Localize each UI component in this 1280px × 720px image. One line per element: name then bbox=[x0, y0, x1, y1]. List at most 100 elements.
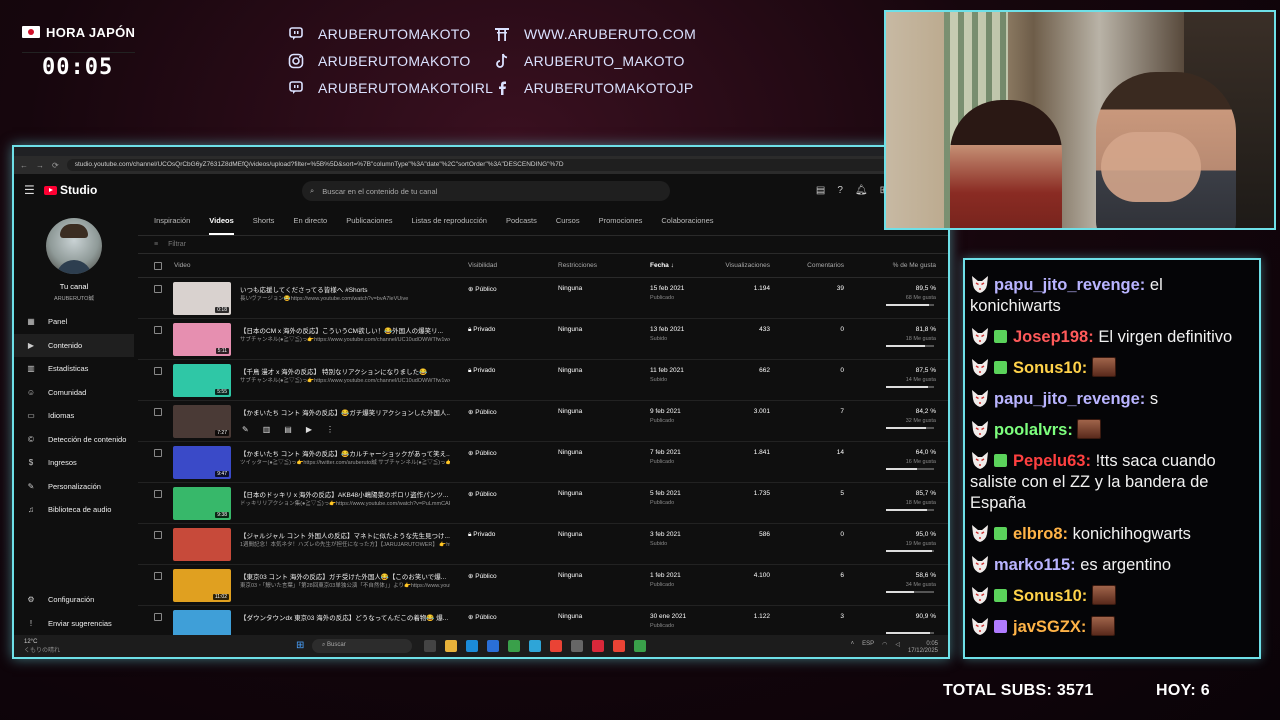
table-row[interactable]: 7:27 【かまいたち コント 海外の反応】😂ガチ爆笑リアクションした外国人...… bbox=[138, 401, 948, 442]
sidebar-item-dashboard[interactable]: ▦ Panel bbox=[14, 310, 134, 334]
chat-username[interactable]: papu_jito_revenge bbox=[994, 390, 1140, 408]
tray-chevron-icon[interactable]: ˄ bbox=[851, 641, 855, 655]
video-title[interactable]: いつも応援してくださってる皆様へ #Shorts bbox=[240, 284, 450, 294]
row-checkbox[interactable] bbox=[154, 408, 162, 416]
studio-logo[interactable]: Studio bbox=[44, 183, 97, 197]
chat-username[interactable]: Sonus10 bbox=[1013, 359, 1082, 377]
select-all-checkbox[interactable] bbox=[154, 262, 162, 270]
tab-5[interactable]: Listas de reproducción bbox=[412, 216, 487, 225]
col-date[interactable]: Fecha ↓ bbox=[650, 262, 674, 269]
col-views[interactable]: Visualizaciones bbox=[725, 262, 770, 269]
table-row[interactable]: 【ジャルジャル コント 外国人の反応】マネトに似たような先生見つけ... 1週間記… bbox=[138, 524, 948, 565]
visibility-cell[interactable]: ⊕ Público bbox=[468, 449, 497, 457]
table-row[interactable]: 5:55 【千鳥 漫才 x 海外の反応】 特別なリアクションになりました😂 サブチャ… bbox=[138, 360, 948, 401]
comments-icon[interactable]: ▤ bbox=[284, 425, 292, 434]
filter-input[interactable]: Filtrar bbox=[168, 241, 186, 248]
table-row[interactable]: 0:18 いつも応援してくださってる皆様へ #Shorts 長いヴァージョン😂htt… bbox=[138, 278, 948, 319]
col-restrictions[interactable]: Restricciones bbox=[558, 262, 597, 269]
filter-bar[interactable]: ≡ Filtrar bbox=[138, 236, 948, 254]
chat-username[interactable]: Sonus10 bbox=[1013, 587, 1082, 605]
tab-1[interactable]: Videos bbox=[209, 216, 234, 235]
weather-widget[interactable]: 12°C くもりの晴れ bbox=[24, 639, 60, 654]
taskbar-search[interactable]: ⌕ Buscar bbox=[312, 639, 412, 653]
app-icon[interactable] bbox=[592, 640, 604, 652]
sidebar-item-subtitles[interactable]: ▭ Idiomas bbox=[14, 404, 134, 428]
row-checkbox[interactable] bbox=[154, 613, 162, 621]
tray-clock[interactable]: 0:05 17/12/2025 bbox=[908, 641, 938, 655]
chat-username[interactable]: poolalvrs bbox=[994, 421, 1067, 439]
video-thumbnail[interactable]: 11:02 bbox=[173, 569, 231, 602]
chat-username[interactable]: Josep198 bbox=[1013, 328, 1088, 346]
video-title[interactable]: 【千鳥 漫才 x 海外の反応】 特別なリアクションになりました😂 bbox=[240, 366, 450, 376]
back-icon[interactable]: ← bbox=[20, 161, 28, 170]
video-thumbnail[interactable]: 0:18 bbox=[173, 282, 231, 315]
edit-icon[interactable]: ✎ bbox=[242, 425, 249, 434]
forward-icon[interactable]: → bbox=[36, 161, 44, 170]
chat-username[interactable]: javSGZX bbox=[1013, 618, 1081, 636]
tab-2[interactable]: Shorts bbox=[253, 216, 275, 225]
windows-start-icon[interactable]: ⊞ bbox=[296, 640, 304, 651]
sidebar-item-earn[interactable]: $ Ingresos bbox=[14, 451, 134, 475]
video-thumbnail[interactable]: 9:47 bbox=[173, 446, 231, 479]
video-title[interactable]: 【ジャルジャル コント 外国人の反応】マネトに似たような先生見つけ... bbox=[240, 530, 450, 540]
video-thumbnail[interactable]: 9:38 bbox=[173, 487, 231, 520]
tab-4[interactable]: Publicaciones bbox=[346, 216, 392, 225]
sidebar-item-community[interactable]: ☺ Comunidad bbox=[14, 381, 134, 405]
col-comments[interactable]: Comentarios bbox=[807, 262, 844, 269]
row-checkbox[interactable] bbox=[154, 449, 162, 457]
video-title[interactable]: 【日本のCM x 海外の反応】こういうCM欲しい！😂外国人の爆笑リ... bbox=[240, 325, 450, 335]
chat-username[interactable]: papu_jito_revenge bbox=[994, 276, 1140, 294]
video-title[interactable]: 【日本のドッキリ x 海外の反応】AKB48小嶋陽菜のポロリ盗作パンツ... bbox=[240, 489, 450, 499]
row-checkbox[interactable] bbox=[154, 285, 162, 293]
sidebar-item-feedback[interactable]: ! Enviar sugerencias bbox=[14, 612, 134, 636]
video-title[interactable]: 【東京03 コント 海外の反応】ガチ受けた外国人😂【このお笑いで爆... bbox=[240, 571, 450, 581]
visibility-cell[interactable]: ⊕ Público bbox=[468, 408, 497, 416]
video-title[interactable]: 【ダウンタウンdx 東京03 海外の反応】どうなってんだこの着物😂 爆... bbox=[240, 612, 450, 622]
tab-9[interactable]: Colaboraciones bbox=[661, 216, 713, 225]
browser-tabstrip[interactable] bbox=[14, 147, 948, 156]
chrome-icon[interactable] bbox=[550, 640, 562, 652]
messages-icon[interactable]: ▤ bbox=[816, 185, 825, 196]
col-visibility[interactable]: Visibilidad bbox=[468, 262, 497, 269]
video-thumbnail[interactable]: 5:55 bbox=[173, 364, 231, 397]
volume-icon[interactable]: ◁ bbox=[895, 641, 900, 655]
video-thumbnail[interactable]: 7:27 bbox=[173, 405, 231, 438]
more-options-icon[interactable]: ⋮ bbox=[326, 425, 334, 434]
youtube-icon[interactable]: ▶ bbox=[306, 425, 312, 434]
sidebar-item-gear[interactable]: ⚙ Configuración bbox=[14, 588, 134, 612]
tab-3[interactable]: En directo bbox=[293, 216, 327, 225]
table-row[interactable]: 5:11 【日本のCM x 海外の反応】こういうCM欲しい！😂外国人の爆笑リ...… bbox=[138, 319, 948, 360]
table-row[interactable]: 9:38 【日本のドッキリ x 海外の反応】AKB48小嶋陽菜のポロリ盗作パンツ.… bbox=[138, 483, 948, 524]
chrome-icon[interactable] bbox=[613, 640, 625, 652]
tab-7[interactable]: Cursos bbox=[556, 216, 580, 225]
reload-icon[interactable]: ⟳ bbox=[52, 161, 59, 170]
lang-indicator[interactable]: ESP bbox=[862, 641, 874, 655]
help-icon[interactable]: ? bbox=[837, 185, 843, 196]
filter-icon[interactable]: ≡ bbox=[154, 241, 158, 248]
visibility-cell[interactable]: 🔒︎ Privado bbox=[468, 531, 495, 539]
video-thumbnail[interactable] bbox=[173, 528, 231, 561]
visibility-cell[interactable]: ⊕ Público bbox=[468, 572, 497, 580]
store-icon[interactable] bbox=[487, 640, 499, 652]
video-title[interactable]: 【かまいたち コント 海外の反応】😂カルチャーショックがあって笑え... bbox=[240, 448, 450, 458]
col-likes[interactable]: % de Me gusta bbox=[893, 262, 936, 269]
file-explorer-icon[interactable] bbox=[445, 640, 457, 652]
visibility-cell[interactable]: ⊕ Público bbox=[468, 613, 497, 621]
sidebar-item-audio-library[interactable]: ♫ Biblioteca de audio bbox=[14, 498, 134, 522]
address-bar[interactable]: studio.youtube.com/channel/UCOsQrCbG6yZ7… bbox=[66, 159, 912, 171]
hamburger-menu-icon[interactable]: ☰ bbox=[24, 183, 44, 197]
notifications-icon[interactable]: 🔔︎ bbox=[855, 185, 868, 196]
app-icon[interactable] bbox=[529, 640, 541, 652]
analytics-icon[interactable]: ▥ bbox=[263, 425, 271, 434]
tab-6[interactable]: Podcasts bbox=[506, 216, 537, 225]
table-row[interactable]: 11:02 【東京03 コント 海外の反応】ガチ受けた外国人😂【このお笑いで爆..… bbox=[138, 565, 948, 606]
task-view-icon[interactable] bbox=[424, 640, 436, 652]
chat-username[interactable]: elbro8 bbox=[1013, 525, 1063, 543]
app-icon[interactable] bbox=[634, 640, 646, 652]
sidebar-item-analytics[interactable]: ▥ Estadísticas bbox=[14, 357, 134, 381]
table-row[interactable]: 9:47 【かまいたち コント 海外の反応】😂カルチャーショックがあって笑え...… bbox=[138, 442, 948, 483]
tab-8[interactable]: Promociones bbox=[599, 216, 643, 225]
wifi-icon[interactable]: ◠ bbox=[882, 641, 887, 655]
row-checkbox[interactable] bbox=[154, 326, 162, 334]
video-title[interactable]: 【かまいたち コント 海外の反応】😂ガチ爆笑リアクションした外国人... bbox=[240, 407, 450, 417]
